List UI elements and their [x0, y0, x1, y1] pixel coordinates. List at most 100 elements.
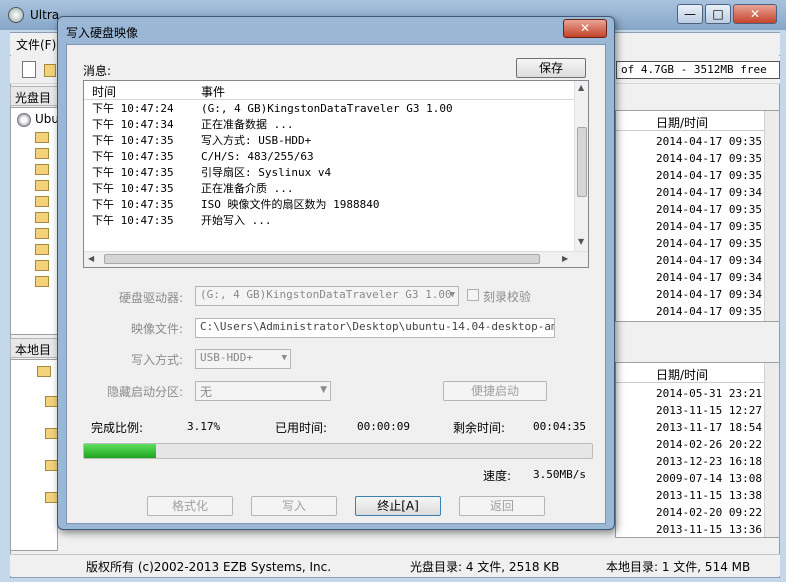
- write-method-label: 写入方式:: [130, 353, 183, 367]
- scroll-left-icon[interactable]: ◀: [88, 254, 94, 263]
- file-date: 2014-04-17 09:35: [656, 169, 762, 182]
- minimize-button[interactable]: —: [677, 4, 703, 24]
- write-button[interactable]: 写入: [251, 496, 337, 516]
- image-file-label: 映像文件:: [130, 322, 183, 336]
- scroll-up-icon[interactable]: ▲: [578, 83, 584, 92]
- progress-fill: [84, 444, 156, 458]
- log-event: 引导扇区: Syslinux v4: [201, 166, 332, 179]
- log-row[interactable]: 下午 10:47:35 C/H/S: 483/255/63: [84, 149, 574, 165]
- date-column-header[interactable]: 日期/时间: [616, 363, 766, 383]
- cd-file-list[interactable]: 日期/时间 2014-04-17 09:35 2014-04-17 09:35 20…: [615, 110, 780, 322]
- new-file-icon[interactable]: [22, 61, 36, 78]
- file-date: 2014-04-17 09:35: [656, 305, 762, 318]
- log-time: 下午 10:47:34: [92, 118, 174, 131]
- status-local: 本地目录: 1 文件, 514 MB: [606, 560, 751, 574]
- event-column-header[interactable]: 事件: [201, 83, 225, 100]
- file-date: 2013-11-15 13:38: [656, 489, 762, 502]
- verify-checkbox[interactable]: [467, 289, 479, 301]
- message-log-vscroll[interactable]: ▲ ▼: [574, 81, 588, 251]
- log-row[interactable]: 下午 10:47:24 (G:, 4 GB)KingstonDataTravele…: [84, 101, 574, 117]
- open-folder-icon[interactable]: [44, 64, 56, 77]
- app-close-button[interactable]: ✕: [733, 4, 777, 24]
- quick-boot-button[interactable]: 便捷启动: [443, 381, 547, 401]
- file-date: 2013-12-23 16:18: [656, 455, 762, 468]
- menu-file[interactable]: 文件(F): [16, 36, 56, 53]
- write-method-select[interactable]: USB-HDD+ ▼: [195, 349, 291, 369]
- drive-select[interactable]: (G:, 4 GB)KingstonDataTraveler G3 1.00 ▼: [195, 286, 459, 306]
- back-button[interactable]: 返回: [459, 496, 545, 516]
- date-column: 2014-05-31 23:21 2013-11-15 12:27 2013-11-…: [656, 385, 762, 537]
- maximize-button[interactable]: □: [705, 4, 731, 24]
- file-date: 2014-04-17 09:34: [656, 288, 762, 301]
- dialog-close-button[interactable]: ✕: [563, 19, 607, 38]
- log-event: 正在准备数据 ...: [201, 118, 294, 131]
- file-date: 2014-04-17 09:35: [656, 152, 762, 165]
- folder-icon: [35, 244, 49, 255]
- scroll-right-icon[interactable]: ▶: [562, 254, 568, 263]
- message-log[interactable]: 时间 事件 下午 10:47:24 (G:, 4 GB)KingstonDataT…: [83, 80, 589, 268]
- remaining-value: 00:04:35: [533, 420, 586, 433]
- cd-tree[interactable]: Ubu: [10, 107, 58, 335]
- file-date: 2013-11-17 18:54: [656, 421, 762, 434]
- folder-icon: [35, 212, 49, 223]
- file-date: 2014-02-26 20:22: [656, 438, 762, 451]
- file-date: 2014-02-20 09:22: [656, 506, 762, 519]
- hidden-partition-select[interactable]: 无 ▼: [195, 381, 331, 401]
- log-time: 下午 10:47:24: [92, 102, 174, 115]
- folder-icon: [35, 132, 49, 143]
- message-log-hscroll[interactable]: ◀ ▶: [84, 251, 588, 267]
- local-file-list[interactable]: 日期/时间 2014-05-31 23:21 2013-11-15 12:27 20…: [615, 362, 780, 538]
- disc-icon: [17, 113, 31, 127]
- log-row[interactable]: 下午 10:47:35 引导扇区: Syslinux v4: [84, 165, 574, 181]
- log-row[interactable]: 下午 10:47:35 写入方式: USB-HDD+: [84, 133, 574, 149]
- progress-bar: [83, 443, 593, 459]
- scroll-thumb[interactable]: [104, 254, 540, 264]
- folder-icon: [35, 276, 49, 287]
- elapsed-label: 已用时间:: [275, 421, 328, 435]
- elapsed-value: 00:00:09: [357, 420, 410, 433]
- write-image-dialog: 写入硬盘映像 ✕ 消息: 保存 时间 事件 下午 10:47:24 (G:, 4 …: [57, 16, 615, 530]
- log-event: 正在准备介质 ...: [201, 182, 294, 195]
- file-date: 2014-04-17 09:34: [656, 271, 762, 284]
- folder-icon: [37, 366, 51, 377]
- abort-button[interactable]: 终止[A]: [355, 496, 441, 516]
- scroll-down-icon[interactable]: ▼: [578, 237, 584, 246]
- dialog-title: 写入硬盘映像: [66, 26, 139, 40]
- log-row[interactable]: 下午 10:47:35 开始写入 ...: [84, 213, 574, 229]
- dialog-client: 消息: 保存 时间 事件 下午 10:47:24 (G:, 4 GB)Kingst…: [66, 44, 606, 524]
- file-date: 2014-04-17 09:35: [656, 220, 762, 233]
- file-date: 2014-04-17 09:34: [656, 186, 762, 199]
- file-date: 2014-04-17 09:35: [656, 237, 762, 250]
- log-time: 下午 10:47:35: [92, 182, 174, 195]
- scroll-thumb[interactable]: [577, 127, 587, 197]
- messages-label: 消息:: [83, 64, 112, 78]
- file-date: 2014-04-17 09:35: [656, 203, 762, 216]
- file-date: 2014-04-17 09:35: [656, 135, 762, 148]
- tree-root-label: Ubu: [35, 112, 58, 126]
- image-file-field[interactable]: C:\Users\Administrator\Desktop\ubuntu-14…: [195, 318, 555, 338]
- log-event: 开始写入 ...: [201, 214, 272, 227]
- log-row[interactable]: 下午 10:47:35 ISO 映像文件的扇区数为 1988840: [84, 197, 574, 213]
- speed-value: 3.50MB/s: [533, 468, 586, 481]
- local-tree[interactable]: [10, 359, 58, 551]
- log-event: 写入方式: USB-HDD+: [201, 134, 312, 147]
- cd-pane-header: 光盘目: [10, 86, 58, 106]
- log-time: 下午 10:47:35: [92, 166, 174, 179]
- local-list-scrollbar[interactable]: [764, 363, 779, 537]
- log-row[interactable]: 下午 10:47:34 正在准备数据 ...: [84, 117, 574, 133]
- format-button[interactable]: 格式化: [147, 496, 233, 516]
- chevron-down-icon: ▼: [320, 385, 327, 395]
- time-column-header[interactable]: 时间: [92, 83, 116, 100]
- log-row[interactable]: 下午 10:47:35 正在准备介质 ...: [84, 181, 574, 197]
- progress-value: 3.17%: [187, 420, 221, 433]
- folder-icon: [35, 148, 49, 159]
- date-column-header[interactable]: 日期/时间: [616, 111, 766, 131]
- save-button[interactable]: 保存: [516, 58, 586, 78]
- drive-label: 硬盘驱动器:: [118, 291, 183, 305]
- cd-list-scrollbar[interactable]: [764, 111, 779, 321]
- file-date: 2013-11-15 13:36: [656, 523, 762, 536]
- speed-label: 速度:: [483, 469, 512, 483]
- hidden-partition-label: 隐藏启动分区:: [106, 385, 183, 399]
- folder-icon: [35, 260, 49, 271]
- log-time: 下午 10:47:35: [92, 150, 174, 163]
